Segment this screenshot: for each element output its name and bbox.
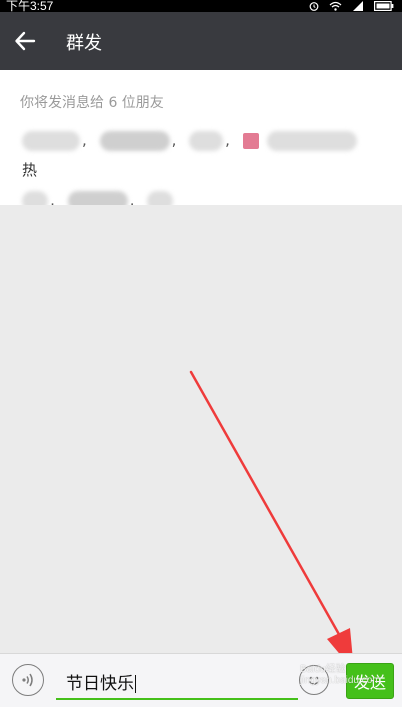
recipient-char: 热 [22, 161, 38, 179]
emoji-icon [308, 676, 320, 685]
signal-icon [353, 1, 363, 11]
separator: , [171, 131, 177, 149]
send-button[interactable]: 发送 [346, 663, 394, 699]
message-text: 节日快乐 [66, 674, 134, 694]
voice-button[interactable] [12, 664, 44, 696]
blurred-name [189, 130, 224, 151]
page-title: 群发 [66, 33, 102, 54]
blurred-avatar [242, 132, 259, 149]
status-icons [309, 0, 394, 12]
recipients-list: , , , 热 , , [20, 125, 382, 215]
annotation-arrow [189, 370, 354, 671]
alarm-icon [309, 2, 319, 11]
text-caret [135, 675, 136, 693]
message-input[interactable]: 节日快乐 [56, 662, 298, 700]
voice-icon [22, 673, 33, 687]
back-button[interactable] [8, 23, 42, 59]
blurred-name [22, 130, 80, 151]
recipients-card: 你将发消息给 6 位朋友 , , , 热 , , [0, 70, 402, 211]
arrow-left-icon [15, 31, 36, 51]
recipients-hint: 你将发消息给 6 位朋友 [20, 95, 164, 111]
chat-area [0, 205, 402, 671]
separator: , [82, 131, 87, 149]
emoji-button[interactable] [299, 665, 329, 695]
separator: , [225, 131, 230, 149]
blurred-name [99, 130, 170, 151]
title-bar: 群发 [0, 12, 402, 70]
wifi-icon [329, 1, 342, 11]
blurred-name [267, 130, 358, 151]
input-bar: 节日快乐 [0, 653, 402, 707]
battery-icon [374, 1, 394, 11]
status-bar: 下午3:57 [0, 0, 402, 13]
